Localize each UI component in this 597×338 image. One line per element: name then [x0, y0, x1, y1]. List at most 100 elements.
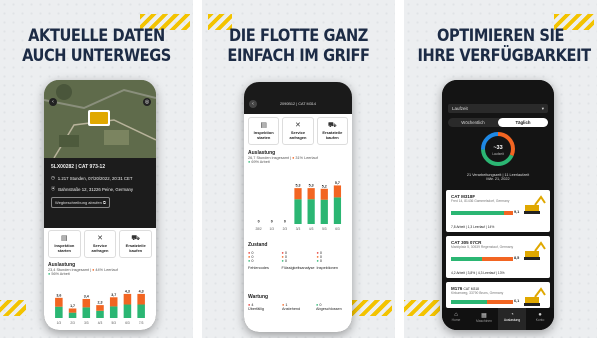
tab-home[interactable]: ⌂ Home	[442, 308, 470, 330]
action-label: Inspektion starten	[54, 243, 75, 253]
bar-value-label: 0	[258, 220, 260, 224]
layers-button[interactable]: ◎	[143, 98, 151, 106]
excavator-icon	[90, 112, 108, 124]
headline-line: IHRE VERFÜGBARKEIT	[417, 46, 592, 66]
donut-sub: Laufzeit	[492, 152, 504, 156]
headline-line: AUCH UNTERWEGS	[22, 46, 171, 66]
status-col-inspections[interactable]: ● 0 ● 0 ● 0 Inspektionen	[316, 251, 348, 270]
donut-value: ~33	[493, 145, 502, 151]
start-inspection-button[interactable]: ▤ Inspektion starten	[248, 117, 280, 145]
phone-mockup: Laufzeit ▾ Wöchentlich Täglich ~33 Laufze…	[442, 80, 554, 330]
map-view[interactable]: ‹ ◎	[44, 80, 156, 158]
status-label: Fehlercodes	[248, 266, 269, 270]
status-grid: ● 0 ● 0 ● 0 Fehlercodes ● 0 ● 0 ● 0 Flüs…	[248, 251, 348, 270]
phone-screen: Laufzeit ▾ Wöchentlich Täglich ~33 Laufze…	[442, 80, 554, 330]
status-col-fluids[interactable]: ● 0 ● 0 ● 0 Flüssigkeitsanalyse	[282, 251, 315, 270]
phone-screen: ‹ 2090B12 | CAT M314 ▤ Inspektion starten…	[244, 82, 352, 332]
cart-icon: ⛟	[327, 122, 337, 129]
status-title: Zustand	[248, 242, 268, 248]
phone-screen: ‹ ◎ 5LX00282 | CAT 973-12 ◷ 1.217 Stunden…	[44, 80, 156, 330]
start-inspection-button[interactable]: ▤ Inspektion starten	[48, 230, 81, 258]
idle-bar	[294, 188, 302, 200]
machine-map-marker[interactable]	[88, 110, 110, 126]
tab-weekly[interactable]: Wöchentlich	[448, 118, 498, 127]
work-bar	[123, 304, 132, 318]
status-label: Flüssigkeitsanalyse	[281, 266, 315, 270]
excavator-icon	[524, 195, 546, 214]
buy-parts-button[interactable]: ⛟ Ersatzteile kaufen	[316, 117, 348, 145]
bar-value-label: 2,3	[98, 301, 103, 305]
idle-legend: 31% Leerlauf	[295, 156, 318, 160]
runtime-value: 8,5	[514, 256, 520, 260]
panel-headline: OPTIMIEREN SIE IHRE VERFÜGBARKEIT	[417, 26, 592, 66]
work-bar	[68, 312, 77, 318]
action-label: Ersatzteile kaufen	[125, 243, 146, 253]
work-bar	[294, 199, 302, 224]
status-card: Zustand ● 0 ● 0 ● 0 Fehlercodes ● 0 ● 0 …	[248, 242, 348, 290]
runtime-legend: 4,2 Arbeit | 3,8% | 4,3 Leerlauf | 13%	[451, 271, 505, 275]
maintenance-card: Wartung ● 4 Überfällig ● 1 Anstehend ● 0 Ab…	[248, 294, 348, 330]
maintenance-grid: ● 4 Überfällig ● 1 Anstehend ● 0 Abgeschlos…	[248, 303, 348, 311]
machine-info-panel: 5LX00282 | CAT 973-12 ◷ 1.217 Stunden, 07…	[44, 158, 156, 228]
back-button[interactable]: ‹	[49, 98, 57, 106]
tab-daily[interactable]: Täglich	[498, 118, 548, 127]
idle-bar	[109, 297, 118, 307]
work-bar	[333, 197, 342, 224]
idle-bar	[68, 308, 77, 313]
usage-chart: 0 28/2 0 1/3 0 2/3 5,3 3/3 5,3 4/3 5,2 5/3 5,7 6/3	[255, 181, 342, 231]
cart-icon: ⛟	[131, 235, 141, 242]
action-row: ▤ Inspektion starten ✕ Service anfragen ⛟ E…	[248, 117, 348, 145]
location-pin-icon: ⦿	[51, 186, 56, 191]
phone-mockup: ‹ ◎ 5LX00282 | CAT 973-12 ◷ 1.217 Stunden…	[44, 80, 156, 330]
action-label: Service anfragen	[91, 243, 109, 253]
panel-fleet: DIE FLOTTE GANZ EINFACH IM GRIFF ‹ 2090B…	[202, 0, 395, 338]
tab-usage[interactable]: ◔ Auslastung	[498, 308, 526, 330]
panel-current-data: AKTUELLE DATEN AUCH UNTERWEGS ‹ ◎ 5LX002…	[0, 0, 193, 338]
tab-machines[interactable]: ▦ Maschinen	[470, 308, 498, 330]
bar-value-label: 1,7	[70, 304, 75, 308]
work-bar	[137, 304, 145, 318]
action-label: Service anfragen	[289, 130, 307, 140]
machine-card[interactable]: CAT 305 07CR Marktplatz 5, 30539 Regenst…	[446, 236, 550, 278]
status-col-faults[interactable]: ● 0 ● 0 ● 0 Fehlercodes	[248, 251, 280, 270]
status-label: Inspektionen	[316, 266, 338, 270]
maint-label: Überfällig	[248, 307, 265, 311]
usage-card: Auslastung 23,4 Stunden insgesamt | ● 44…	[48, 262, 152, 328]
bar-value-label: 0	[284, 220, 286, 224]
work-bar	[96, 310, 104, 318]
machine-card[interactable]: M176 CAT M318 Kirkumweg, 33790 Bruns, Ge…	[446, 282, 550, 308]
action-label: Inspektion starten	[253, 130, 274, 140]
panel-availability: OPTIMIEREN SIE IHRE VERFÜGBARKEIT Laufze…	[404, 0, 597, 338]
runtime-legend: 7,8 Arbeit | 1,3 Leerlauf | 14%	[451, 225, 495, 229]
request-service-button[interactable]: ✕ Service anfragen	[282, 117, 314, 145]
maintenance-title: Wartung	[248, 294, 269, 300]
buy-parts-button[interactable]: ⛟ Ersatzteile kaufen	[119, 230, 153, 258]
x-tick-label: 2/3	[70, 321, 75, 325]
maint-label: Anstehend	[282, 307, 301, 311]
metric-dropdown[interactable]: Laufzeit ▾	[448, 104, 548, 113]
status-value: 0	[284, 259, 288, 263]
x-tick-label: 4/3	[98, 321, 103, 325]
request-service-button[interactable]: ✕ Service anfragen	[83, 230, 117, 258]
usage-card: Auslastung 26,7 Stunden insgesamt | ● 31…	[248, 150, 348, 238]
maint-overdue[interactable]: ● 4 Überfällig	[248, 303, 280, 311]
x-tick-label: 3/3	[296, 227, 301, 231]
x-tick-label: 6/3	[335, 227, 340, 231]
x-tick-label: 1/3	[57, 321, 62, 325]
maint-upcoming[interactable]: ● 1 Anstehend	[282, 303, 314, 311]
idle-bar	[55, 297, 63, 307]
bar-value-label: 4,3	[139, 289, 144, 293]
hours-row: ◷ 1.217 Stunden, 07/20/2022, 20:31 CET	[51, 175, 149, 181]
tab-account[interactable]: ● Konto	[526, 308, 554, 330]
bar-value-label: 5,2	[322, 184, 327, 188]
maint-done[interactable]: ● 0 Abgeschlossen	[316, 303, 348, 311]
idle-legend: 44% Leerlauf	[95, 268, 118, 272]
route-button[interactable]: Wegbeschreibung abrufen ⧉	[51, 197, 110, 208]
idle-bar	[333, 185, 342, 198]
stripe-decoration	[352, 300, 392, 316]
idle-bar	[82, 298, 91, 308]
machine-card[interactable]: CAT M318F Fred 14, 81436 Gammelsdorf, Ge…	[446, 190, 550, 232]
x-tick-label: 1/3	[269, 227, 274, 231]
stat-date: Mär. 21, 2022	[486, 177, 510, 181]
bar-value-label: 3,6	[56, 293, 61, 297]
